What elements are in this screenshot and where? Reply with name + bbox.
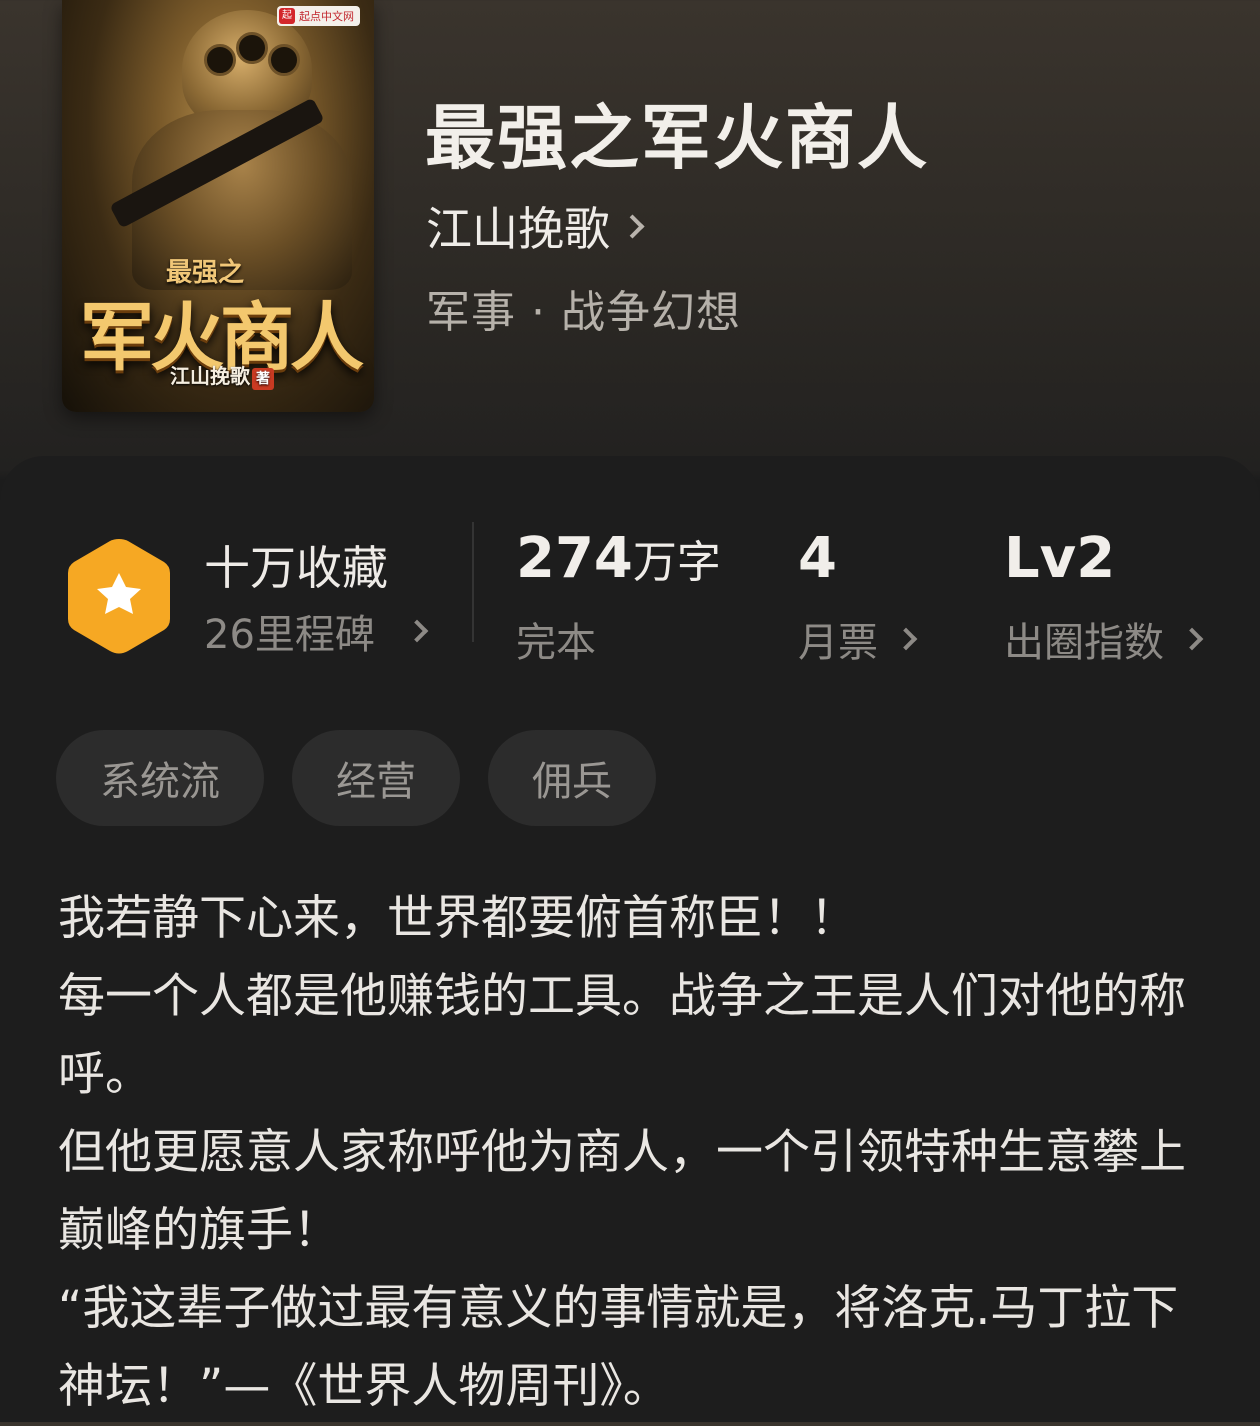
- word-count-unit: 万字: [632, 537, 721, 588]
- stats-divider: [472, 522, 474, 642]
- breakout-index-label: 出圈指数: [1004, 620, 1164, 666]
- milestones-label: 26里程碑: [204, 612, 375, 658]
- tag-chip[interactable]: 佣兵: [488, 730, 656, 826]
- cover-art-goggle: [268, 44, 300, 76]
- publisher-logo: 起 起点中文网: [277, 6, 360, 26]
- cover-author-seal: 著: [252, 368, 274, 390]
- publisher-logo-text: 起点中文网: [299, 10, 354, 23]
- monthly-votes-link[interactable]: 月票: [798, 610, 918, 668]
- monthly-votes-value: 4: [798, 526, 837, 591]
- chevron-right-icon: [405, 619, 429, 643]
- cover-author: 江山挽歌著: [170, 360, 274, 390]
- breakout-index-link[interactable]: 出圈指数: [1004, 610, 1204, 668]
- milestones-link[interactable]: 26里程碑: [204, 602, 429, 660]
- tag-chip[interactable]: 经营: [292, 730, 460, 826]
- favorites-label: 十万收藏: [204, 541, 388, 595]
- synopsis-paragraph: 我若静下心来，世界都要俯首称臣！！: [58, 891, 857, 946]
- monthly-votes-label: 月票: [798, 620, 878, 666]
- cover-art-goggle: [236, 32, 268, 64]
- synopsis-paragraph: 但他更愿意人家称呼他为商人，一个引领特种生意攀上巅峰的旗手！: [58, 1125, 1186, 1258]
- cover-author-name: 江山挽歌: [170, 364, 250, 388]
- synopsis-paragraph: “我这辈子做过最有意义的事情就是，将洛克.马丁拉下神坛！”—《世界人物周刊》。: [58, 1281, 1179, 1414]
- completion-status: 完本: [516, 620, 596, 666]
- tag-chip[interactable]: 系统流: [56, 730, 264, 826]
- breakout-index-value: Lv2: [1004, 526, 1116, 591]
- chevron-right-icon: [894, 627, 918, 651]
- word-count-value: 274: [516, 526, 633, 591]
- synopsis-paragraph: 每一个人都是他赚钱的工具。战争之王是人们对他的称呼。: [58, 969, 1186, 1102]
- author-link[interactable]: 江山挽歌: [426, 193, 645, 259]
- star-hexagon-icon: [68, 539, 170, 654]
- book-header: 起 起点中文网 最强之 军火商人 江山挽歌著 最强之军火商人 江山挽歌 军事 ·…: [0, 0, 1260, 470]
- chevron-right-icon: [1180, 627, 1204, 651]
- chevron-right-icon: [620, 213, 645, 239]
- book-synopsis[interactable]: 我若静下心来，世界都要俯首称臣！！ 每一个人都是他赚钱的工具。战争之王是人们对他…: [58, 880, 1208, 1426]
- cover-art-goggle: [204, 44, 236, 76]
- tag-list: 系统流 经营 佣兵: [56, 730, 656, 826]
- word-count: 274万字: [516, 526, 721, 591]
- book-genre: 军事 · 战争幻想: [426, 287, 741, 338]
- author-name: 江山挽歌: [426, 202, 610, 256]
- book-cover[interactable]: 起 起点中文网 最强之 军火商人 江山挽歌著: [62, 0, 374, 412]
- book-title: 最强之军火商人: [425, 96, 929, 179]
- publisher-logo-mark: 起: [279, 8, 295, 24]
